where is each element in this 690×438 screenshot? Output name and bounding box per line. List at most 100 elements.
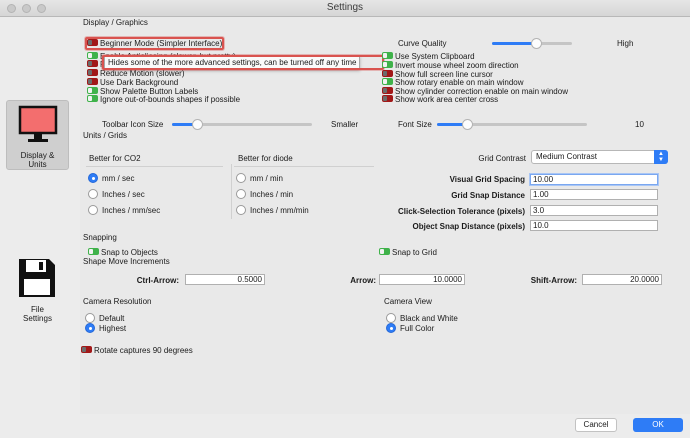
radio-button-icon	[386, 322, 396, 333]
section-header-units: Units / Grids	[83, 131, 128, 140]
radio-inches-mm-min[interactable]: Inches / mm/min	[236, 204, 309, 217]
slider-fill	[492, 42, 536, 45]
slider-knob[interactable]	[462, 119, 473, 130]
better-diode-label: Better for diode	[238, 154, 293, 163]
font-size-value: 10	[635, 120, 644, 129]
grid-contrast-select[interactable]: Medium Contrast ▲ ▼	[531, 150, 668, 164]
object-snap-distance-input[interactable]: 10.0	[530, 220, 658, 231]
shift-arrow-label: Shift-Arrow:	[530, 276, 577, 285]
radio-mm-min[interactable]: mm / min	[236, 172, 283, 185]
checkbox-center-cross[interactable]: Show work area center cross	[382, 95, 498, 105]
arrow-label: Arrow:	[350, 276, 376, 285]
checkbox-label: Ignore out-of-bounds shapes if possible	[100, 95, 241, 104]
checkbox-label: Show rotary enable on main window	[395, 78, 524, 87]
toggle-icon	[87, 95, 98, 103]
ok-button[interactable]: OK	[633, 418, 683, 432]
grid-snap-distance-label: Grid Snap Distance	[451, 191, 525, 200]
checkbox-snap-grid[interactable]: Snap to Grid	[379, 248, 437, 258]
grid-snap-distance-input[interactable]: 1.00	[530, 189, 658, 200]
toolbar-icon-size-smaller-label: Smaller	[331, 120, 359, 129]
radio-button-icon	[236, 204, 246, 215]
title-bar: Settings	[0, 0, 690, 17]
sidebar-item-label: Settings	[23, 314, 52, 323]
divider	[231, 164, 232, 219]
toggle-icon	[87, 52, 98, 60]
radio-button-icon	[88, 188, 98, 199]
radio-label: Black and White	[400, 314, 458, 323]
toolbar-icon-size-slider[interactable]	[172, 119, 312, 130]
divider	[86, 166, 223, 167]
toggle-icon	[87, 60, 98, 68]
curve-quality-slider[interactable]	[492, 38, 572, 49]
radio-label: mm / min	[250, 174, 283, 183]
toggle-icon	[87, 87, 98, 95]
radio-inches-sec[interactable]: Inches / sec	[88, 188, 145, 201]
radio-camera-highest[interactable]: Highest	[85, 322, 127, 335]
window-title: Settings	[326, 2, 364, 13]
radio-label: Full Color	[400, 324, 435, 333]
toggle-icon	[379, 248, 390, 256]
toggle-icon	[88, 248, 99, 256]
toggle-icon	[382, 70, 393, 78]
checkbox-ignore-oob[interactable]: Ignore out-of-bounds shapes if possible	[87, 95, 240, 105]
checkbox-label: Snap to Grid	[392, 248, 437, 257]
toggle-icon	[81, 346, 92, 354]
radio-button-icon	[236, 188, 246, 199]
radio-mm-sec[interactable]: mm / sec	[88, 172, 134, 185]
camera-resolution-label: Camera Resolution	[83, 297, 152, 306]
radio-camera-full-color[interactable]: Full Color	[386, 322, 435, 335]
slider-knob[interactable]	[192, 119, 203, 130]
radio-inches-mm-sec[interactable]: Inches / mm/sec	[88, 204, 161, 217]
toggle-icon	[382, 61, 393, 69]
slider-knob[interactable]	[531, 38, 542, 49]
sidebar-item-label: Units	[28, 160, 47, 169]
radio-button-icon	[88, 204, 98, 215]
checkbox-label: Invert mouse wheel zoom direction	[395, 61, 519, 70]
checkbox-label: Use Dark Background	[100, 78, 179, 87]
radio-button-icon	[85, 322, 95, 333]
arrow-input[interactable]: 10.0000	[379, 274, 465, 285]
toolbar-icon-size-label: Toolbar Icon Size	[102, 120, 164, 129]
checkbox-label: Rotate captures 90 degrees	[94, 346, 193, 355]
toggle-icon	[382, 52, 393, 60]
radio-button-icon	[386, 312, 396, 323]
chevron-updown-icon: ▲ ▼	[654, 150, 668, 164]
section-header-snapping: Snapping	[83, 233, 117, 242]
shape-move-increments-header: Shape Move Increments	[83, 257, 170, 266]
tooltip-highlight-box	[102, 55, 384, 70]
curve-quality-high-label: High	[617, 39, 634, 48]
radio-label: Inches / mm/sec	[102, 206, 161, 215]
radio-inches-min[interactable]: Inches / min	[236, 188, 293, 201]
highlight-box	[85, 37, 224, 50]
object-snap-distance-label: Object Snap Distance (pixels)	[412, 222, 525, 231]
divider	[234, 166, 374, 167]
ctrl-arrow-input[interactable]: 0.5000	[185, 274, 265, 285]
cancel-button[interactable]: Cancel	[575, 418, 617, 432]
radio-label: Default	[99, 314, 125, 323]
ctrl-arrow-label: Ctrl-Arrow:	[136, 276, 179, 285]
radio-label: Inches / mm/min	[250, 206, 309, 215]
camera-view-label: Camera View	[384, 297, 432, 306]
settings-panel: Display / Graphics Beginner Mode (Simple…	[80, 17, 690, 414]
sidebar: Display & Units File Settings	[0, 17, 72, 438]
toggle-icon	[382, 95, 393, 103]
visual-grid-spacing-input[interactable]: 10.00	[530, 174, 658, 185]
toggle-icon	[382, 78, 393, 86]
checkbox-label: Snap to Objects	[101, 248, 158, 257]
font-size-slider[interactable]	[437, 119, 587, 130]
radio-button-icon	[236, 172, 246, 183]
select-value: Medium Contrast	[536, 152, 597, 161]
toggle-icon	[87, 69, 98, 77]
section-header-display: Display / Graphics	[83, 18, 148, 27]
checkbox-rotate-captures[interactable]: Rotate captures 90 degrees	[81, 346, 193, 356]
sidebar-item-label: Display &	[20, 151, 55, 160]
sidebar-item-file-settings[interactable]: File Settings	[6, 255, 69, 325]
checkbox-label: Reduce Motion (slower)	[100, 69, 185, 78]
sidebar-item-display-units[interactable]: Display & Units	[6, 100, 69, 170]
radio-label: Highest	[99, 324, 127, 333]
click-selection-tolerance-input[interactable]: 3.0	[530, 205, 658, 216]
checkbox-label: Show work area center cross	[395, 95, 499, 104]
shift-arrow-input[interactable]: 20.0000	[582, 274, 662, 285]
floppy-disk-icon	[19, 259, 55, 297]
visual-grid-spacing-label: Visual Grid Spacing	[449, 175, 525, 184]
